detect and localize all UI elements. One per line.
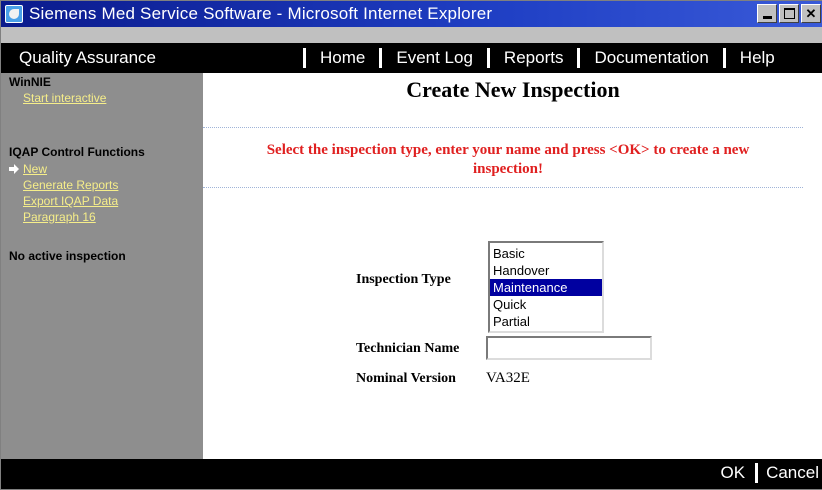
top-nav-bar: Quality Assurance Home Event Log Reports… — [1, 43, 822, 73]
section-title: Quality Assurance — [19, 48, 157, 67]
option-maintenance[interactable]: Maintenance — [490, 279, 602, 296]
option-partial[interactable]: Partial — [490, 313, 602, 330]
maximize-button[interactable] — [779, 4, 799, 23]
window-controls: ✕ — [757, 4, 821, 23]
nav-link-event-log[interactable]: Event Log — [396, 48, 473, 68]
instruction-line-1: Select the inspection type, enter your n… — [266, 142, 750, 158]
technician-name-input[interactable] — [486, 336, 652, 360]
close-icon: ✕ — [805, 6, 817, 21]
action-separator — [755, 463, 759, 483]
technician-name-label: Technician Name — [356, 341, 460, 356]
nav-link-home[interactable]: Home — [320, 48, 365, 68]
sidebar-link-new[interactable]: New — [23, 162, 47, 176]
minimize-button[interactable] — [757, 4, 777, 23]
option-handover[interactable]: Handover — [490, 262, 602, 279]
option-basic[interactable]: Basic — [490, 245, 602, 262]
page-title: Create New Inspection — [406, 77, 620, 102]
close-button[interactable]: ✕ — [801, 4, 821, 23]
browser-window: Siemens Med Service Software - Microsoft… — [0, 0, 822, 490]
sidebar-link-paragraph-16[interactable]: Paragraph 16 — [23, 210, 96, 224]
nav-separator — [577, 48, 581, 68]
instruction-line-2: inspection! — [472, 161, 543, 177]
nav-separator — [379, 48, 383, 68]
cancel-button[interactable]: Cancel — [766, 463, 819, 483]
nominal-version-label: Nominal Version — [356, 371, 456, 386]
inspection-status: No active inspection — [9, 249, 126, 263]
sidebar-heading-iqap: IQAP Control Functions — [9, 145, 145, 159]
divider — [203, 127, 803, 128]
sidebar: WinNIE Start interactive IQAP Control Fu… — [1, 73, 203, 459]
nav-separator — [303, 48, 306, 68]
sidebar-link-start-interactive[interactable]: Start interactive — [23, 91, 106, 105]
bottom-action-bar: OK Cancel — [1, 459, 822, 489]
browser-frame-strip — [1, 27, 822, 43]
arrow-right-icon — [9, 164, 19, 174]
nav-link-documentation[interactable]: Documentation — [594, 48, 708, 68]
divider — [203, 187, 803, 188]
inspection-type-listbox[interactable]: Basic Handover Maintenance Quick Partial — [488, 241, 604, 333]
sidebar-link-generate-reports[interactable]: Generate Reports — [23, 178, 118, 192]
ie-icon — [5, 5, 23, 23]
option-quick[interactable]: Quick — [490, 296, 602, 313]
nav-links: Home Event Log Reports Documentation Hel… — [289, 48, 775, 68]
instruction-text: Select the inspection type, enter your n… — [213, 141, 803, 179]
nav-link-reports[interactable]: Reports — [504, 48, 564, 68]
nav-separator — [486, 48, 490, 68]
nominal-version-value: VA32E — [486, 370, 530, 386]
nav-separator — [722, 48, 726, 68]
sidebar-link-export-iqap-data[interactable]: Export IQAP Data — [23, 194, 118, 208]
sidebar-heading-winnie: WinNIE — [9, 75, 51, 89]
inspection-type-label: Inspection Type — [356, 272, 451, 287]
main-content: Create New Inspection Select the inspect… — [203, 73, 822, 459]
title-bar: Siemens Med Service Software - Microsoft… — [1, 1, 822, 27]
nav-link-help[interactable]: Help — [740, 48, 775, 68]
window-title: Siemens Med Service Software - Microsoft… — [29, 4, 493, 23]
ok-button[interactable]: OK — [721, 463, 746, 483]
action-buttons: OK Cancel — [721, 463, 819, 483]
